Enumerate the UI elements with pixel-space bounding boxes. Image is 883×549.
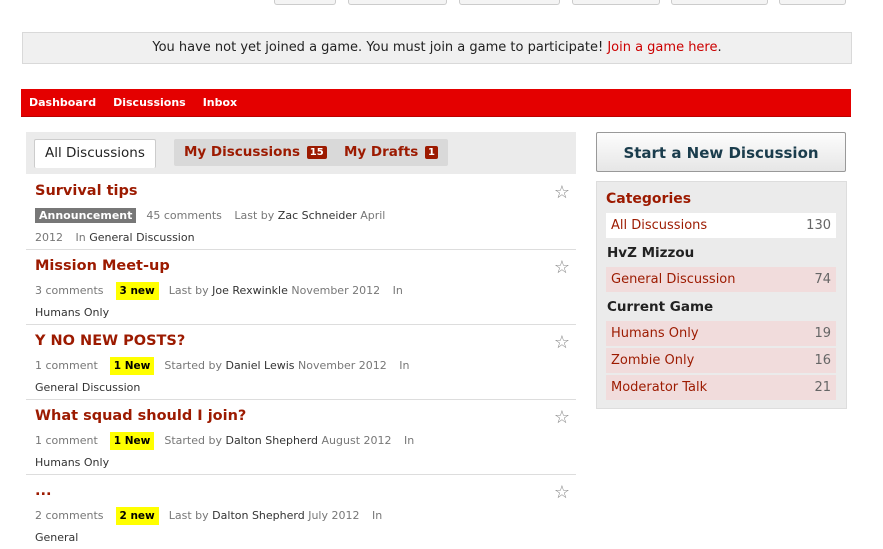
- tab-drafts-label: My Drafts: [344, 144, 419, 160]
- started-by-label: Started by: [164, 434, 222, 447]
- discussion-date: November 2012: [291, 284, 381, 297]
- started-by-label: Started by: [164, 359, 222, 372]
- discussion-title[interactable]: ...: [35, 483, 52, 499]
- author-link[interactable]: Daniel Lewis: [225, 359, 294, 372]
- author-link[interactable]: Dalton Shepherd: [212, 509, 305, 522]
- category-label: Moderator Talk: [611, 380, 708, 395]
- categories-panel: Categories All Discussions 130 HvZ Mizzo…: [596, 181, 847, 409]
- menu-dashboard[interactable]: Dashboard: [21, 89, 105, 116]
- in-label: In: [372, 509, 383, 522]
- discussion-title[interactable]: Survival tips: [35, 183, 138, 199]
- top-button[interactable]: [459, 0, 560, 5]
- comment-count: 3 comments: [35, 284, 104, 297]
- discussion-item: Mission Meet-up ☆ 3 comments 3 new Last by…: [26, 250, 576, 325]
- category-zombie-only[interactable]: Zombie Only 16: [606, 348, 836, 373]
- category-count: 19: [814, 326, 831, 341]
- discussion-title[interactable]: Mission Meet-up: [35, 258, 170, 274]
- new-badge: 3 new: [115, 282, 159, 300]
- discussion-date: August 2012: [321, 434, 392, 447]
- author-link[interactable]: Dalton Shepherd: [225, 434, 318, 447]
- category-count: 130: [806, 218, 831, 233]
- comment-count: 45 comments: [146, 209, 222, 222]
- top-button[interactable]: [274, 0, 336, 5]
- discussion-item: ... ☆ 2 comments 2 new Last by Dalton Shep…: [26, 475, 576, 549]
- top-button-strip: [0, 0, 883, 6]
- top-button[interactable]: [572, 0, 660, 5]
- category-humans-only[interactable]: Humans Only 19: [606, 321, 836, 346]
- new-badge: 1 New: [109, 357, 155, 375]
- menu-inbox[interactable]: Inbox: [195, 89, 246, 116]
- category-count: 74: [814, 272, 831, 287]
- category-link[interactable]: General: [35, 531, 78, 544]
- category-label: All Discussions: [611, 218, 708, 233]
- main-menu: Dashboard Discussions Inbox: [21, 89, 851, 117]
- category-link[interactable]: Humans Only: [35, 306, 109, 319]
- tab-my-discussions[interactable]: My Discussions 15: [174, 139, 337, 166]
- category-group-hvz-mizzou: HvZ Mizzou: [607, 245, 695, 261]
- tab-all-discussions[interactable]: All Discussions: [34, 139, 156, 168]
- join-game-notice: You have not yet joined a game. You must…: [22, 32, 852, 64]
- star-outline-icon[interactable]: ☆: [554, 332, 570, 353]
- my-drafts-count: 1: [424, 146, 438, 159]
- discussion-title[interactable]: Y NO NEW POSTS?: [35, 333, 185, 349]
- author-link[interactable]: Zac Schneider: [278, 209, 357, 222]
- notice-suffix: .: [717, 40, 722, 55]
- tab-mine-label: My Discussions: [184, 144, 301, 160]
- comment-count: 1 comment: [35, 434, 98, 447]
- category-link[interactable]: General Discussion: [35, 381, 140, 394]
- top-button[interactable]: [671, 0, 768, 5]
- announcement-badge: Announcement: [35, 208, 137, 223]
- category-count: 21: [814, 380, 831, 395]
- category-label: Humans Only: [611, 326, 699, 341]
- top-button[interactable]: [779, 0, 846, 5]
- discussion-meta: 2 comments 2 new Last by Dalton Shepherd J…: [35, 505, 415, 549]
- discussion-meta: 3 comments 3 new Last by Joe Rexwinkle Nov…: [35, 280, 415, 324]
- categories-heading: Categories: [606, 191, 692, 207]
- category-moderator-talk[interactable]: Moderator Talk 21: [606, 375, 836, 400]
- last-by-label: Last by: [168, 284, 209, 297]
- new-badge: 1 New: [109, 432, 155, 450]
- in-label: In: [399, 359, 410, 372]
- in-label: In: [404, 434, 415, 447]
- category-label: General Discussion: [611, 272, 736, 287]
- discussion-date: November 2012: [298, 359, 387, 372]
- star-outline-icon[interactable]: ☆: [554, 407, 570, 428]
- discussion-item: What squad should I join? ☆ 1 comment 1 N…: [26, 400, 576, 475]
- category-link[interactable]: Humans Only: [35, 456, 109, 469]
- category-count: 16: [814, 353, 831, 368]
- comment-count: 2 comments: [35, 509, 104, 522]
- category-general-discussion[interactable]: General Discussion 74: [606, 267, 836, 292]
- category-link[interactable]: General Discussion: [89, 231, 194, 244]
- discussion-item: Y NO NEW POSTS? ☆ 1 comment 1 New Started …: [26, 325, 576, 400]
- join-game-link[interactable]: Join a game here: [607, 40, 717, 55]
- category-group-current-game: Current Game: [607, 299, 714, 315]
- start-new-discussion-button[interactable]: Start a New Discussion: [596, 132, 846, 172]
- tab-my-drafts[interactable]: My Drafts 1: [334, 139, 448, 166]
- last-by-label: Last by: [234, 209, 275, 222]
- new-badge: 2 new: [115, 507, 159, 525]
- author-link[interactable]: Joe Rexwinkle: [212, 284, 288, 297]
- discussion-meta: 1 comment 1 New Started by Daniel Lewis No…: [35, 355, 415, 399]
- category-all-discussions[interactable]: All Discussions 130: [606, 213, 836, 238]
- category-label: Zombie Only: [611, 353, 695, 368]
- my-discussions-count: 15: [306, 146, 327, 159]
- discussion-tabs: All Discussions My Discussions 15 My Dra…: [26, 132, 576, 174]
- discussion-meta: 1 comment 1 New Started by Dalton Shepherd…: [35, 430, 415, 474]
- star-outline-icon[interactable]: ☆: [554, 257, 570, 278]
- discussion-date: July 2012: [308, 509, 360, 522]
- in-label: In: [392, 284, 403, 297]
- star-outline-icon[interactable]: ☆: [554, 182, 570, 203]
- top-button[interactable]: [348, 0, 447, 5]
- last-by-label: Last by: [168, 509, 209, 522]
- menu-discussions[interactable]: Discussions: [105, 89, 195, 116]
- tab-all-label: All Discussions: [45, 145, 145, 161]
- notice-text: You have not yet joined a game. You must…: [152, 40, 604, 55]
- comment-count: 1 comment: [35, 359, 98, 372]
- in-label: In: [75, 231, 86, 244]
- discussion-title[interactable]: What squad should I join?: [35, 408, 246, 424]
- star-outline-icon[interactable]: ☆: [554, 482, 570, 503]
- discussion-meta: Announcement 45 comments Last by Zac Schn…: [35, 205, 415, 249]
- discussion-item: Survival tips ☆ Announcement 45 comments …: [26, 175, 576, 250]
